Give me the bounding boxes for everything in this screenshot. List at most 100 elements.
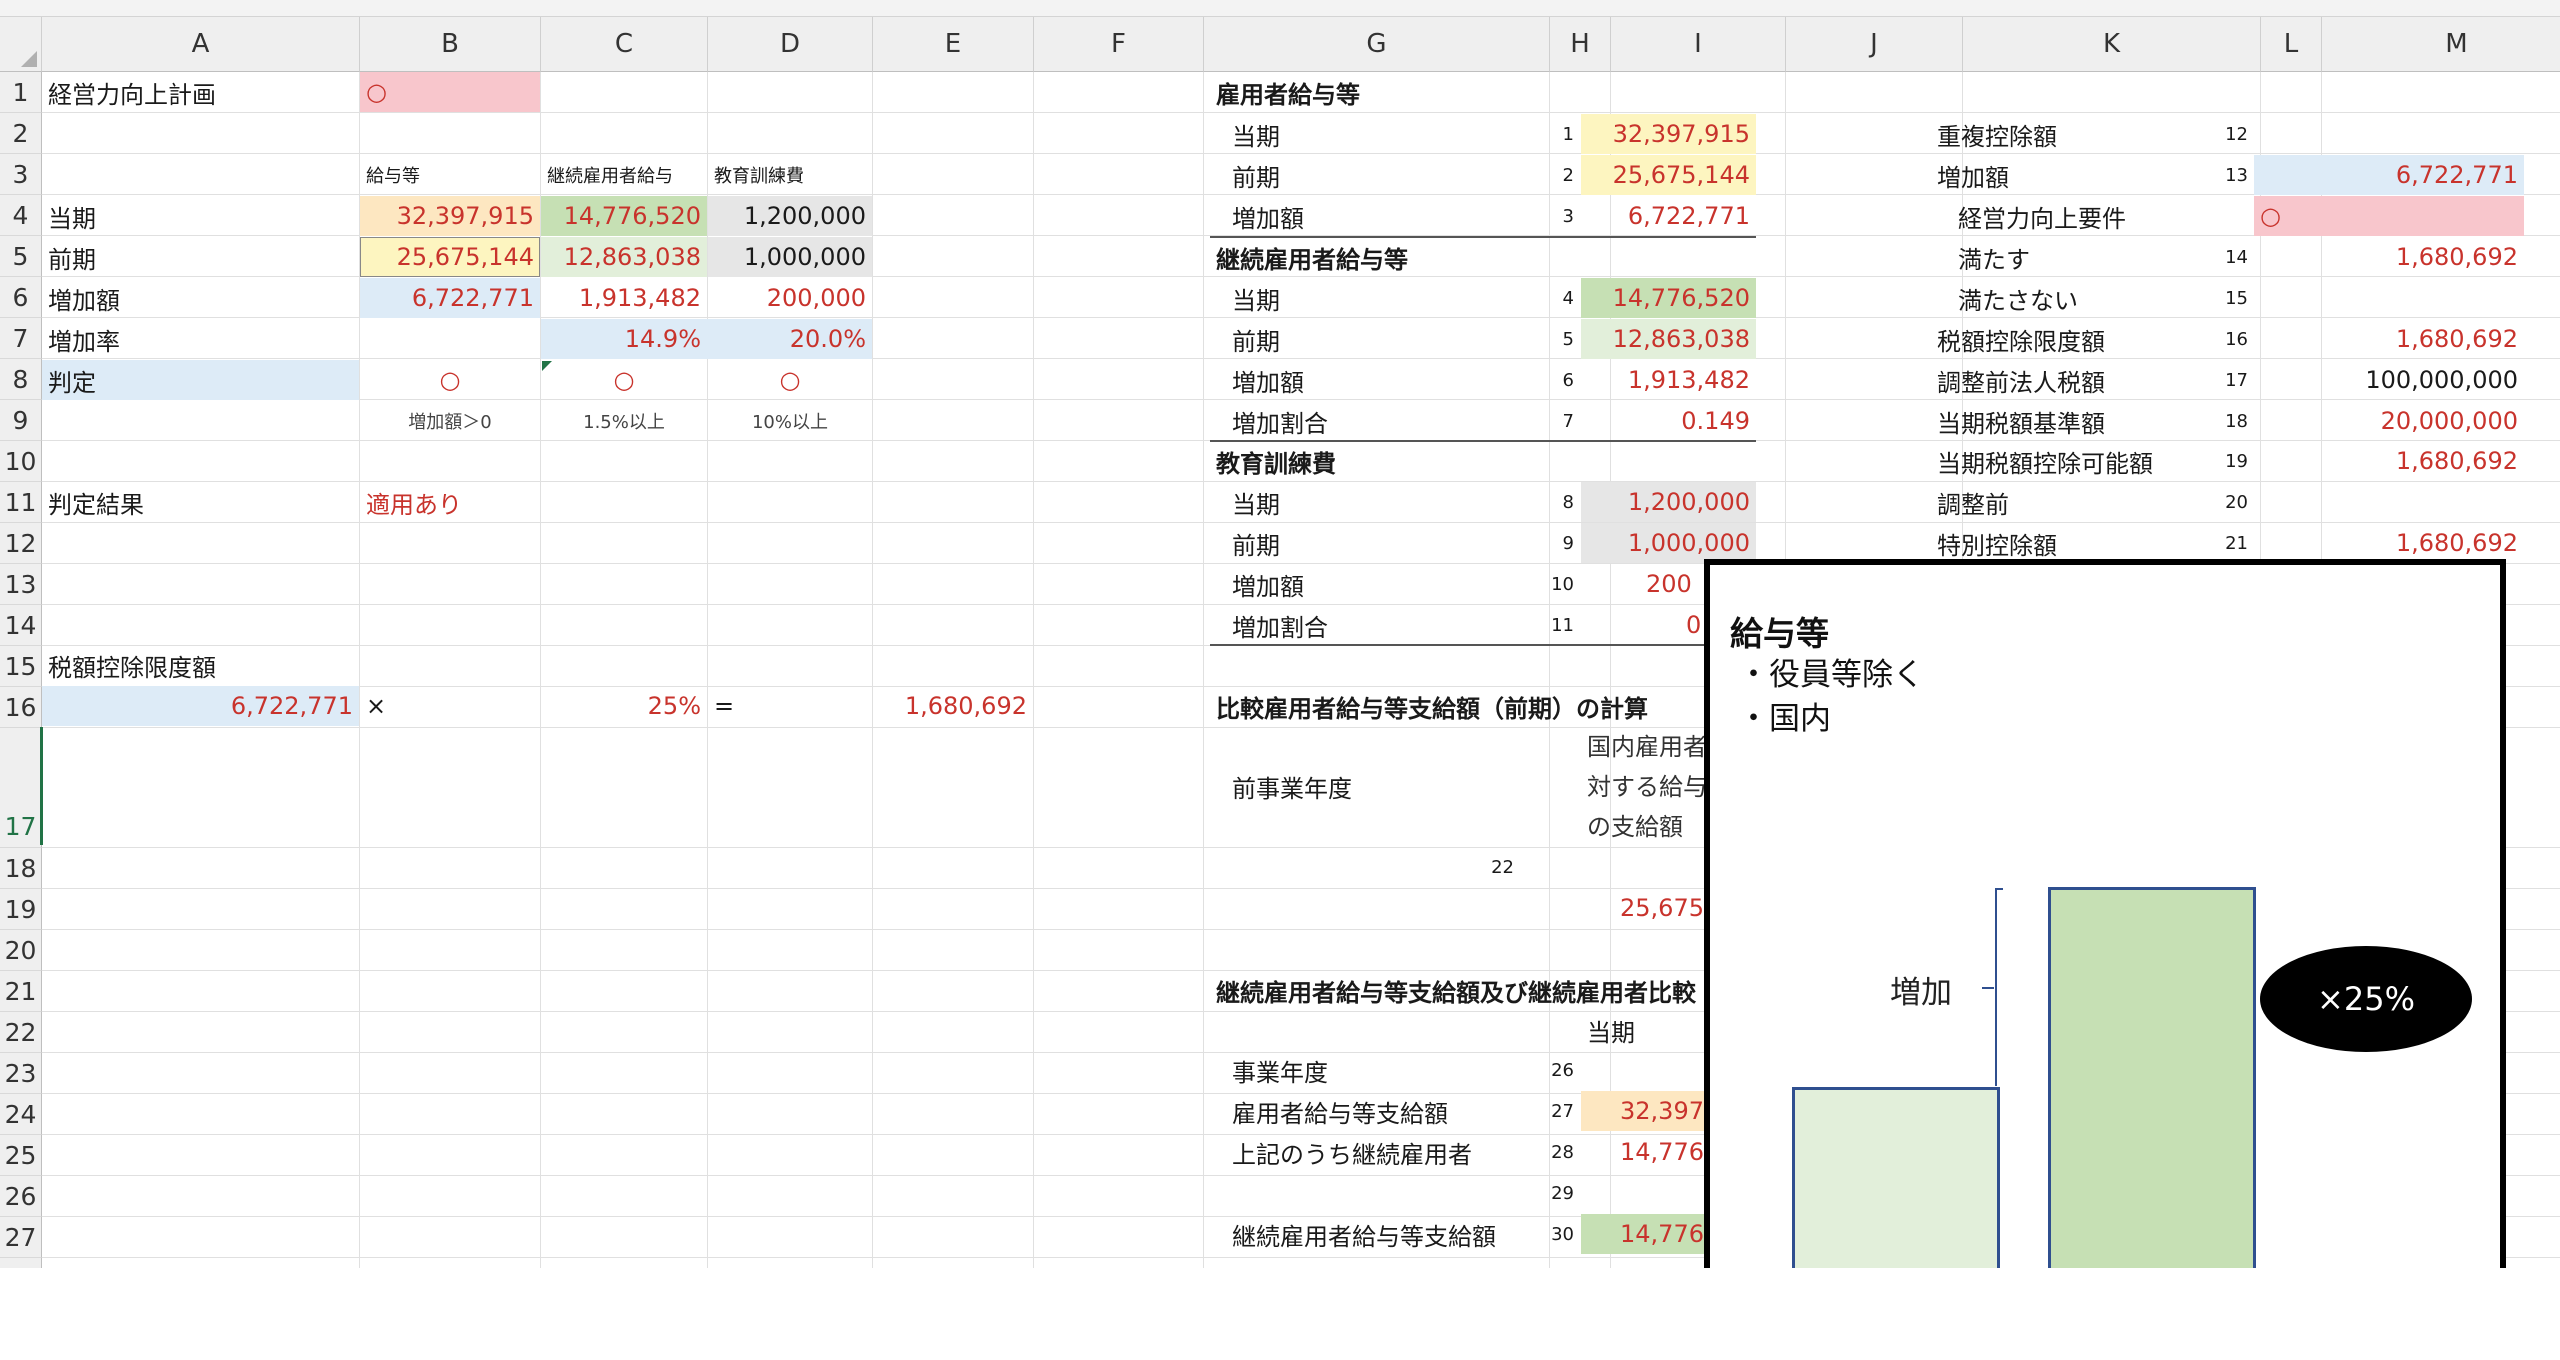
row-header[interactable]: 13: [0, 564, 42, 605]
cell-h18[interactable]: 22: [1380, 847, 1520, 887]
cell-a4[interactable]: 当期: [42, 196, 359, 236]
cell-g2[interactable]: 当期: [1226, 114, 1520, 154]
row-header[interactable]: 26: [0, 1176, 42, 1217]
cell-h11[interactable]: 8: [1520, 482, 1580, 522]
cell-m12[interactable]: 1,680,692: [2254, 523, 2524, 563]
cell-l9[interactable]: 18: [2194, 401, 2254, 441]
column-header[interactable]: G: [1204, 17, 1550, 72]
cell-a7[interactable]: 増加率: [42, 319, 359, 359]
cell-a6[interactable]: 増加額: [42, 278, 359, 318]
cell-k12[interactable]: 特別控除額: [1931, 523, 2229, 563]
cell-c9[interactable]: 1.5%以上: [541, 401, 707, 441]
cell-m8[interactable]: 100,000,000: [2254, 360, 2524, 400]
row-header[interactable]: 15: [0, 646, 42, 687]
column-header[interactable]: D: [708, 17, 873, 72]
row-header[interactable]: 5: [0, 236, 42, 277]
cell-k5[interactable]: 満たす: [1952, 237, 2229, 277]
cell-g10[interactable]: 教育訓練費: [1210, 441, 1520, 481]
cell-g24[interactable]: 雇用者給与等支給額: [1226, 1091, 1520, 1131]
column-header[interactable]: I: [1611, 17, 1786, 72]
cell-g16[interactable]: 比較雇用者給与等支給額（前期）の計算: [1210, 686, 1710, 726]
cell-h3[interactable]: 2: [1520, 155, 1580, 195]
cell-l7[interactable]: 16: [2194, 319, 2254, 359]
cell-k2[interactable]: 重複控除額: [1931, 114, 2229, 154]
cell-i7[interactable]: 12,863,038: [1581, 319, 1756, 359]
cell-b16[interactable]: ×: [360, 686, 540, 726]
row-header[interactable]: 6: [0, 277, 42, 318]
column-header[interactable]: E: [873, 17, 1034, 72]
row-header[interactable]: 16: [0, 687, 42, 728]
cell-m10[interactable]: 1,680,692: [2254, 441, 2524, 481]
cell-b3[interactable]: 給与等: [360, 155, 540, 195]
cell-k7[interactable]: 税額控除限度額: [1931, 319, 2229, 359]
cell-h27[interactable]: 30: [1520, 1214, 1580, 1254]
cell-c7[interactable]: 14.9%: [541, 319, 707, 359]
cell-h7[interactable]: 5: [1520, 319, 1580, 359]
row-header[interactable]: 1: [0, 72, 42, 113]
cell-b4[interactable]: 32,397,915: [360, 196, 540, 236]
row-header[interactable]: 4: [0, 195, 42, 236]
cell-i12[interactable]: 1,000,000: [1581, 523, 1756, 563]
cell-a1[interactable]: 経営力向上計画: [42, 72, 359, 112]
cell-g7[interactable]: 前期: [1226, 319, 1520, 359]
cell-b11[interactable]: 適用あり: [360, 482, 540, 522]
select-all-corner[interactable]: [0, 17, 42, 72]
cell-i9[interactable]: 0.149: [1581, 401, 1756, 441]
cell-d7[interactable]: 20.0%: [708, 319, 872, 359]
column-header[interactable]: C: [541, 17, 708, 72]
cell-c4[interactable]: 14,776,520: [541, 196, 707, 236]
row-header[interactable]: 22: [0, 1012, 42, 1053]
cell-g25[interactable]: 上記のうち継続雇用者: [1226, 1132, 1520, 1172]
row-header[interactable]: 27: [0, 1217, 42, 1258]
column-header[interactable]: A: [42, 17, 360, 72]
cell-g14[interactable]: 増加割合: [1226, 605, 1520, 645]
row-header[interactable]: 10: [0, 441, 42, 482]
row-header[interactable]: 24: [0, 1094, 42, 1135]
column-header[interactable]: M: [2322, 17, 2560, 72]
row-header[interactable]: 11: [0, 482, 42, 523]
row-header[interactable]: 3: [0, 154, 42, 195]
cell-c5[interactable]: 12,863,038: [541, 237, 707, 277]
cell-a5[interactable]: 前期: [42, 237, 359, 277]
cell-g6[interactable]: 当期: [1226, 278, 1520, 318]
cell-l6[interactable]: 15: [2194, 278, 2254, 318]
cell-g4[interactable]: 増加額: [1226, 196, 1520, 236]
cell-g17[interactable]: 前事業年度: [1226, 766, 1520, 806]
cell-k6[interactable]: 満たさない: [1952, 278, 2229, 318]
cell-a15[interactable]: 税額控除限度額: [42, 645, 359, 685]
cell-k3[interactable]: 増加額: [1931, 155, 2229, 195]
cell-m4[interactable]: ○: [2254, 196, 2334, 236]
cell-k4[interactable]: 経営力向上要件: [1952, 196, 2229, 236]
cell-k8[interactable]: 調整前法人税額: [1931, 360, 2229, 400]
cell-d5[interactable]: 1,000,000: [708, 237, 872, 277]
cell-h25[interactable]: 28: [1520, 1132, 1580, 1172]
row-header[interactable]: 21: [0, 971, 42, 1012]
cell-i4[interactable]: 6,722,771: [1581, 196, 1756, 236]
cell-h9[interactable]: 7: [1520, 401, 1580, 441]
cell-b5[interactable]: 25,675,144: [360, 237, 540, 277]
cell-h13[interactable]: 10: [1520, 564, 1580, 604]
cell-h4[interactable]: 3: [1520, 196, 1580, 236]
row-header[interactable]: 7: [0, 318, 42, 359]
cell-g11[interactable]: 当期: [1226, 482, 1520, 522]
cell-g27[interactable]: 継続雇用者給与等支給額: [1226, 1214, 1520, 1254]
column-header[interactable]: J: [1786, 17, 1963, 72]
cell-b9[interactable]: 増加額＞0: [360, 401, 540, 441]
cell-c3[interactable]: 継続雇用者給与: [541, 155, 707, 195]
column-header[interactable]: B: [360, 17, 541, 72]
cell-b6[interactable]: 6,722,771: [360, 278, 540, 318]
row-header[interactable]: 25: [0, 1135, 42, 1176]
cell-c8[interactable]: ○: [541, 360, 707, 400]
cell-h23[interactable]: 26: [1520, 1050, 1580, 1090]
cell-g12[interactable]: 前期: [1226, 523, 1520, 563]
column-header[interactable]: F: [1034, 17, 1204, 72]
cell-l5[interactable]: 14: [2194, 237, 2254, 277]
row-header[interactable]: 12: [0, 523, 42, 564]
cell-m3[interactable]: 6,722,771: [2254, 155, 2524, 195]
cell-d3[interactable]: 教育訓練費: [708, 155, 872, 195]
cell-h26[interactable]: 29: [1520, 1173, 1580, 1213]
cell-i11[interactable]: 1,200,000: [1581, 482, 1756, 522]
cell-h2[interactable]: 1: [1520, 114, 1580, 154]
cell-h14[interactable]: 11: [1520, 605, 1580, 645]
cell-g13[interactable]: 増加額: [1226, 564, 1520, 604]
